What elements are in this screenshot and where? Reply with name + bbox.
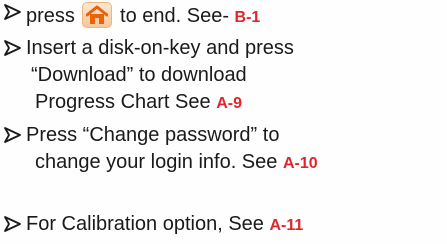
line-text: change your login info. See bbox=[35, 151, 283, 173]
home-button[interactable] bbox=[82, 2, 113, 28]
line-text: For Calibration option, See bbox=[26, 213, 270, 235]
arrow-bullet-icon bbox=[4, 40, 21, 56]
line-text: Insert a disk-on-key and press bbox=[26, 37, 294, 59]
arrow-bullet-icon bbox=[4, 216, 21, 232]
line-text: “Download” to download bbox=[31, 64, 247, 86]
reference-link[interactable]: A-10 bbox=[283, 155, 318, 172]
arrow-bullet-icon bbox=[4, 4, 21, 20]
line-text-before: press bbox=[26, 5, 81, 27]
reference-link[interactable]: A-9 bbox=[216, 95, 242, 112]
line-text-after: to end. See- bbox=[114, 5, 235, 27]
bullet-line: change your login info. See A-10 bbox=[35, 150, 318, 176]
bullet-line: Progress Chart See A-9 bbox=[35, 90, 242, 116]
reference-link[interactable]: B-1 bbox=[235, 9, 261, 26]
bullet-item-password: Press “Change password” to change your l… bbox=[0, 123, 447, 177]
bullet-item-download: Insert a disk-on-key and press “Download… bbox=[0, 36, 447, 116]
instructions-panel: press to end. See- B-1 Insert a disk-on-… bbox=[0, 0, 447, 244]
bullet-item-end: press to end. See- B-1 bbox=[0, 0, 447, 28]
line-text: Progress Chart See bbox=[35, 91, 217, 113]
bullet-item-calibration: For Calibration option, See A-11 bbox=[0, 212, 447, 240]
line-text: Press “Change password” to bbox=[26, 124, 280, 146]
arrow-bullet-icon bbox=[4, 127, 21, 143]
bullet-line: press to end. See- B-1 bbox=[26, 2, 260, 30]
home-icon bbox=[86, 5, 109, 24]
reference-link[interactable]: A-11 bbox=[269, 217, 303, 234]
bullet-line: For Calibration option, See A-11 bbox=[26, 212, 303, 238]
